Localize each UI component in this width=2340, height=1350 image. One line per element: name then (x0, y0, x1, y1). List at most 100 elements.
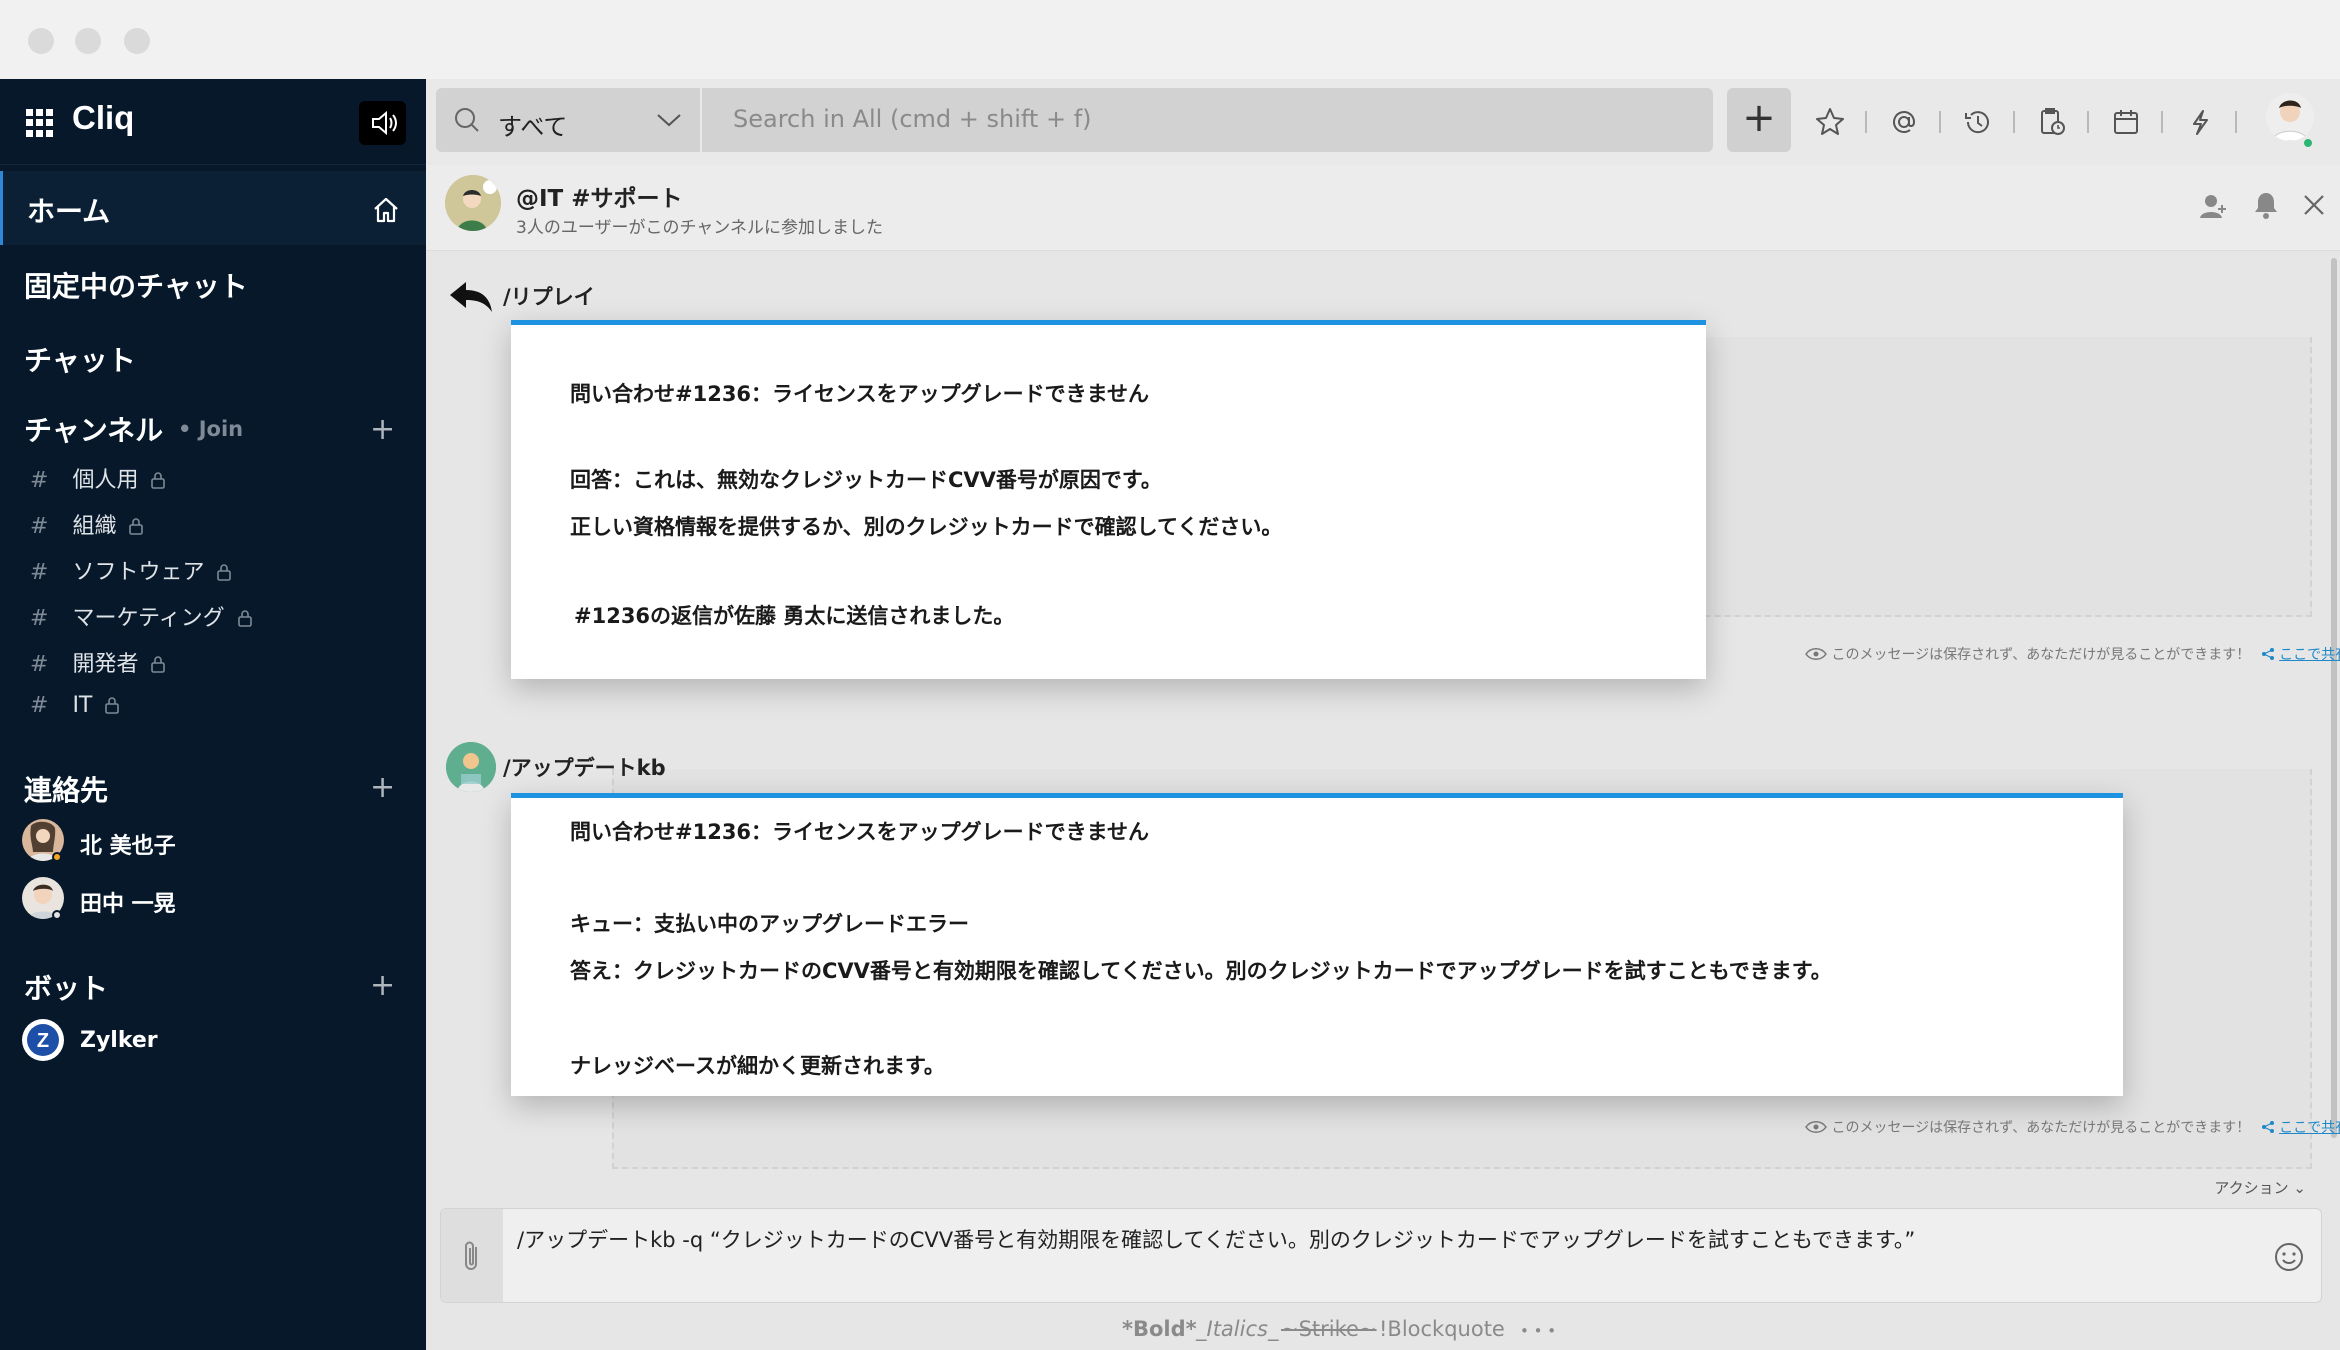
actions-menu[interactable]: アクション ⌄ (2214, 1177, 2306, 1198)
sidebar-item-pinned[interactable]: 固定中のチャット (0, 245, 426, 319)
calendar-icon[interactable] (2109, 105, 2143, 139)
channel-avatar[interactable] (445, 175, 501, 231)
add-member-icon[interactable] (2198, 191, 2228, 221)
reminder-icon[interactable] (2035, 105, 2069, 139)
sidebar-item-label: チャット (24, 344, 136, 377)
share-icon (2261, 648, 2274, 660)
channel-header: @IT #サポート 3人のユーザーがこのチャンネルに参加しました (426, 165, 2340, 251)
home-icon (374, 197, 398, 223)
toolbar-divider (1865, 111, 1867, 133)
message-line: #1236の返信が佐藤 勇太に送信されました。 (574, 604, 1015, 628)
channel-label: マーケティング (72, 606, 225, 631)
minimize-window-button[interactable] (75, 28, 101, 54)
chat-scrollbar[interactable] (2331, 258, 2337, 1138)
message-line: 回答：これは、無効なクレジットカードCVV番号が原因です。 (570, 468, 1162, 492)
history-icon[interactable] (1961, 105, 1995, 139)
emoji-icon[interactable] (2273, 1241, 2305, 1273)
sidebar-item-chats[interactable]: チャット (0, 319, 426, 393)
more-formats-button[interactable]: • • • (1520, 1322, 1556, 1340)
window-titlebar (0, 0, 2340, 79)
chevron-down-icon (657, 114, 681, 127)
status-dot (52, 852, 62, 862)
channel-label: 組織 (72, 514, 117, 539)
sidebar-item-channel[interactable]: # IT (30, 693, 120, 718)
share-here-link[interactable]: ここで共有 (2279, 647, 2340, 663)
toolbar-divider (2161, 111, 2163, 133)
svg-text:Z: Z (37, 1030, 49, 1052)
online-status-dot (2302, 137, 2314, 149)
integrations-icon[interactable] (2183, 105, 2217, 139)
search-icon (455, 108, 479, 132)
eye-icon (1805, 648, 1827, 660)
cliq-window: Cliq ホーム 固定中のチャット チャット チャンネル • Join + # 個… (0, 0, 2340, 1350)
add-channel-button[interactable]: + (370, 415, 395, 445)
sidebar-item-channel[interactable]: # 開発者 (30, 646, 166, 678)
toolbar-divider (2235, 111, 2237, 133)
channel-label: 個人用 (72, 468, 139, 493)
person-icon (2271, 100, 2309, 141)
bot-name[interactable]: Zylker (80, 1028, 158, 1053)
sidebar-item-channel[interactable]: # 組織 (30, 508, 144, 540)
share-here-link[interactable]: ここで共有 (2279, 1120, 2340, 1136)
close-window-button[interactable] (28, 28, 54, 54)
sidebar-item-home[interactable]: ホーム (0, 171, 426, 245)
speaker-icon (372, 110, 397, 136)
app-logo-text: Cliq (72, 99, 135, 136)
ephemeral-text: このメッセージは保存されず、あなただけが見ることができます！ (1831, 647, 2251, 663)
toolbar-divider (2087, 111, 2089, 133)
sidebar-item-label: ホーム (27, 195, 111, 228)
sidebar-item-channel[interactable]: # マーケティング (30, 600, 253, 632)
contact-name[interactable]: 田中 一晃 (80, 886, 176, 918)
format-italics-hint[interactable]: _Italics_ (1196, 1317, 1278, 1341)
sidebar: Cliq ホーム 固定中のチャット チャット チャンネル • Join + # 個… (0, 79, 426, 1350)
channels-join-link[interactable]: • Join (178, 417, 243, 441)
sidebar-item-channel[interactable]: # ソフトウェア (30, 554, 232, 586)
bot-avatar[interactable] (446, 742, 496, 792)
add-bot-button[interactable]: + (370, 971, 395, 1001)
channel-subtitle: 3人のユーザーがこのチャンネルに参加しました (516, 218, 883, 238)
user-profile-avatar[interactable] (2266, 93, 2314, 141)
search-input[interactable]: Search in All (cmd + shift + f) (702, 88, 1713, 152)
mention-icon[interactable] (1887, 105, 1921, 139)
app-grid-icon[interactable] (26, 109, 54, 137)
lock-icon (151, 472, 166, 489)
star-icon[interactable] (1813, 105, 1847, 139)
channel-label: IT (72, 693, 93, 718)
channel-name[interactable]: @IT #サポート (516, 179, 683, 213)
message-line: 問い合わせ#1236：ライセンスをアップグレードできません (570, 382, 1149, 406)
channel-icon (445, 175, 501, 231)
bots-section-title[interactable]: ボット (24, 967, 108, 1007)
maximize-window-button[interactable] (124, 28, 150, 54)
contact-name[interactable]: 北 美也子 (80, 828, 176, 860)
ephemeral-text: このメッセージは保存されず、あなただけが見ることができます！ (1831, 1120, 2251, 1136)
message-line: キュー：支払い中のアップグレードエラー (570, 912, 969, 936)
lock-icon (237, 610, 252, 627)
message-input-text: /アップデートkb -q “クレジットカードのCVV番号と有効期限を確認してくだ… (517, 1228, 1916, 1252)
top-search-bar: すべて Search in All (cmd + shift + f) + (426, 79, 2340, 165)
sidebar-item-label: 固定中のチャット (24, 270, 248, 303)
message-line: 答え：クレジットカードのCVV番号と有効期限を確認してください。別のクレジットカ… (570, 959, 1832, 983)
search-scope-label: すべて (498, 113, 568, 141)
message-sender[interactable]: /アップデートkb (503, 752, 666, 782)
message-input[interactable]: /アップデートkb -q “クレジットカードのCVV番号と有効期限を確認してくだ… (440, 1208, 2322, 1303)
new-item-button[interactable]: + (1727, 88, 1791, 152)
format-blockquote-hint[interactable]: !Blockquote (1379, 1317, 1505, 1341)
add-contact-button[interactable]: + (370, 773, 395, 803)
format-strike-hint[interactable]: ~Strike~ (1281, 1317, 1377, 1341)
lock-icon (105, 697, 120, 714)
share-icon (2261, 1121, 2274, 1133)
bot-avatar[interactable]: Z (22, 1019, 64, 1061)
message-line: ナレッジベースが細かく更新されます。 (570, 1054, 945, 1078)
close-icon[interactable] (2302, 193, 2326, 217)
format-bold-hint[interactable]: *Bold* (1122, 1317, 1197, 1341)
zylker-logo-icon: Z (27, 1024, 59, 1056)
attach-button[interactable] (441, 1209, 503, 1302)
message-sender[interactable]: /リプレイ (503, 281, 595, 311)
search-scope-select[interactable]: すべて (436, 88, 700, 152)
sound-toggle-button[interactable] (359, 101, 406, 145)
contacts-section-title[interactable]: 連絡先 (24, 769, 108, 809)
bell-icon[interactable] (2252, 190, 2280, 220)
ephemeral-notice: このメッセージは保存されず、あなただけが見ることができます！ ここで共有 (1805, 644, 2340, 664)
sidebar-item-channel[interactable]: # 個人用 (30, 462, 166, 494)
channels-section-title[interactable]: チャンネル (24, 409, 163, 449)
